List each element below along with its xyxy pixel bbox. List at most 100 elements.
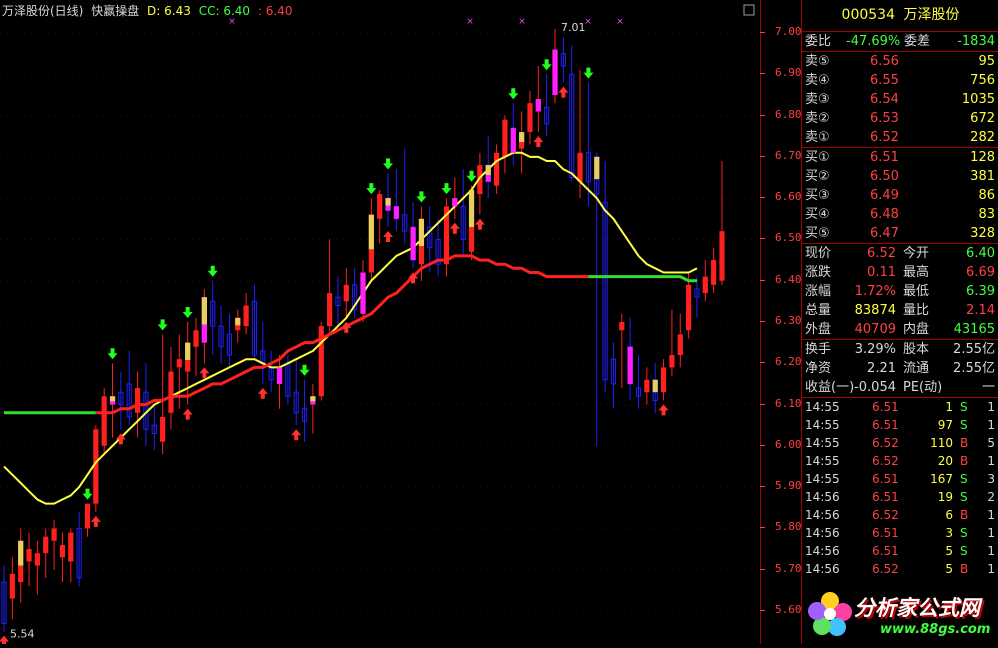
finance-label: 换手: [805, 342, 832, 357]
sell-arrow-icon: [299, 364, 310, 376]
candle-body-up: [43, 536, 49, 554]
candle-body-up: [101, 396, 107, 446]
watermark: 分析家公式网 www.88gs.com: [806, 584, 998, 644]
tick-row[interactable]: 14:55 6.51 167 S 3: [802, 470, 998, 488]
tick-row[interactable]: 14:55 6.52 20 B 1: [802, 452, 998, 470]
sell-price: 6.55: [870, 73, 899, 88]
tick-side: S: [960, 526, 968, 540]
tick-count: 1: [987, 418, 995, 432]
tick-row[interactable]: 14:56 6.51 3 S 1: [802, 524, 998, 542]
tick-row[interactable]: 14:55 6.51 97 S 1: [802, 416, 998, 434]
sell-arrow-icon: [157, 319, 168, 331]
buy-orders: 买① 6.51 128 买② 6.50 381 买③ 6.49 86 买④ 6.48 83 买⑤ 6.47…: [802, 148, 998, 244]
signal-bar-gold: [201, 297, 207, 325]
tick-count: 1: [987, 526, 995, 540]
buy-row[interactable]: 买② 6.50 381: [802, 167, 998, 186]
window-control-icon: [743, 4, 755, 16]
buy-price: 6.47: [870, 226, 899, 241]
candle-body-up: [193, 330, 199, 347]
buy-level-label: 买②: [805, 169, 830, 184]
price-axis: 7.00 6.90 6.80 6.70 6.60 6.50 6.40 6.30 6.20 6.10…: [760, 0, 802, 644]
low-annotation: 5.54: [10, 628, 35, 641]
sell-volume: 672: [970, 111, 995, 126]
quote-stats: 现价 6.52 今开 6.40 涨跌 0.11 最高 6.69 涨幅 1.72% 最低 6.39 总量 8…: [802, 244, 998, 340]
tick-row[interactable]: 14:55 6.52 110 B 5: [802, 434, 998, 452]
candle-body-up: [660, 367, 667, 393]
weibi-row: 委比 -47.69% 委差 -1834: [802, 32, 998, 52]
buy-row[interactable]: 买① 6.51 128: [802, 148, 998, 167]
stat-row: 涨跌 0.11 最高 6.69: [802, 263, 998, 282]
candle-body-up: [377, 194, 383, 219]
candle-body-up: [677, 334, 683, 356]
tick-row[interactable]: 14:56 6.52 6 B 1: [802, 506, 998, 524]
tick-time: 14:55: [805, 418, 840, 432]
tick-time: 14:55: [805, 472, 840, 486]
buy-arrow-icon: [449, 222, 460, 234]
tick-row[interactable]: 14:56 6.51 5 S 1: [802, 542, 998, 560]
sell-volume: 282: [970, 130, 995, 145]
candle-body-up: [619, 322, 625, 331]
watermark-url: www.88gs.com: [880, 622, 991, 637]
stat-value: 40709: [854, 322, 896, 337]
signal-bar-gold: [485, 165, 491, 176]
candle-body-up: [711, 260, 717, 285]
stat-label: 涨跌: [805, 265, 832, 280]
tick-side: B: [960, 562, 969, 576]
ma-short-line: [3, 151, 698, 505]
sell-row[interactable]: 卖④ 6.55 756: [802, 71, 998, 90]
sell-row[interactable]: 卖② 6.53 672: [802, 109, 998, 128]
tick-count: 1: [987, 562, 995, 576]
sell-row[interactable]: 卖① 6.52 282: [802, 128, 998, 148]
buy-price: 6.50: [870, 169, 899, 184]
kline-chart[interactable]: × × × × × 7.01 5.54 万泽股份(日线) 快赢操盘 D: 6.43 CC: …: [0, 0, 758, 644]
price-tick-label: 6.20: [775, 355, 802, 369]
candle-body-up: [327, 293, 333, 327]
finance-row: 收益(一) -0.054 PE(动) 一: [802, 378, 998, 398]
sell-row[interactable]: 卖⑤ 6.56 95: [802, 52, 998, 71]
stat-row: 总量 83874 量比 2.14: [802, 301, 998, 320]
buy-arrow-icon: [291, 429, 302, 441]
stat-label: 今开: [903, 246, 930, 261]
price-tick-label: 6.50: [775, 231, 802, 245]
sell-arrow-icon: [182, 307, 193, 318]
sell-price: 6.53: [870, 111, 899, 126]
buy-arrow-icon: [658, 404, 669, 416]
weibi-label: 委比: [805, 34, 832, 49]
stat-value: 6.40: [966, 246, 995, 261]
signal-bar-magenta: [276, 367, 283, 384]
candle-body-up: [84, 503, 91, 529]
buy-row[interactable]: 买④ 6.48 83: [802, 205, 998, 224]
price-tick-label: 5.90: [775, 479, 802, 493]
sell-row[interactable]: 卖③ 6.54 1035: [802, 90, 998, 109]
tick-volume: 5: [945, 544, 953, 558]
buy-price: 6.48: [870, 207, 899, 222]
stat-value: 2.14: [966, 303, 995, 318]
buy-row[interactable]: 买⑤ 6.47 328: [802, 224, 998, 244]
tick-price: 6.51: [872, 472, 899, 486]
tick-count: 1: [987, 508, 995, 522]
candle-body-up: [34, 553, 40, 566]
tick-row[interactable]: 14:56 6.51 19 S 2: [802, 488, 998, 506]
tick-row[interactable]: 14:55 6.51 1 S 1: [802, 398, 998, 416]
buy-volume: 381: [970, 169, 995, 184]
buy-volume: 86: [978, 188, 995, 203]
signal-bar-gold: [519, 132, 525, 143]
stat-row: 外盘 40709 内盘 43165: [802, 320, 998, 340]
candle-body-up: [160, 416, 166, 442]
finance-label: 收益(一): [805, 380, 855, 395]
buy-row[interactable]: 买③ 6.49 86: [802, 186, 998, 205]
sell-arrow-icon: [541, 59, 552, 71]
candle-body-up: [577, 152, 583, 182]
tick-list[interactable]: 14:55 6.51 1 S 1 14:55 6.51 97 S 1 14:55 6.52 110 B 5 1…: [802, 398, 998, 578]
kline-canvas[interactable]: × × × × ×7.015.54: [0, 0, 758, 644]
top-marker: ×: [466, 17, 474, 27]
tick-row[interactable]: 14:56 6.52 5 B 1: [802, 560, 998, 578]
buy-volume: 128: [970, 150, 995, 165]
finance-label: 净资: [805, 361, 832, 376]
stat-label: 总量: [805, 303, 832, 318]
candle-body-up: [134, 388, 141, 413]
stock-title[interactable]: 000534 万泽股份: [802, 0, 998, 32]
signal-bar-gold: [652, 379, 658, 393]
finance-value: 2.55亿: [953, 342, 995, 357]
indicator-cc-value: CC: 6.40: [198, 4, 251, 18]
